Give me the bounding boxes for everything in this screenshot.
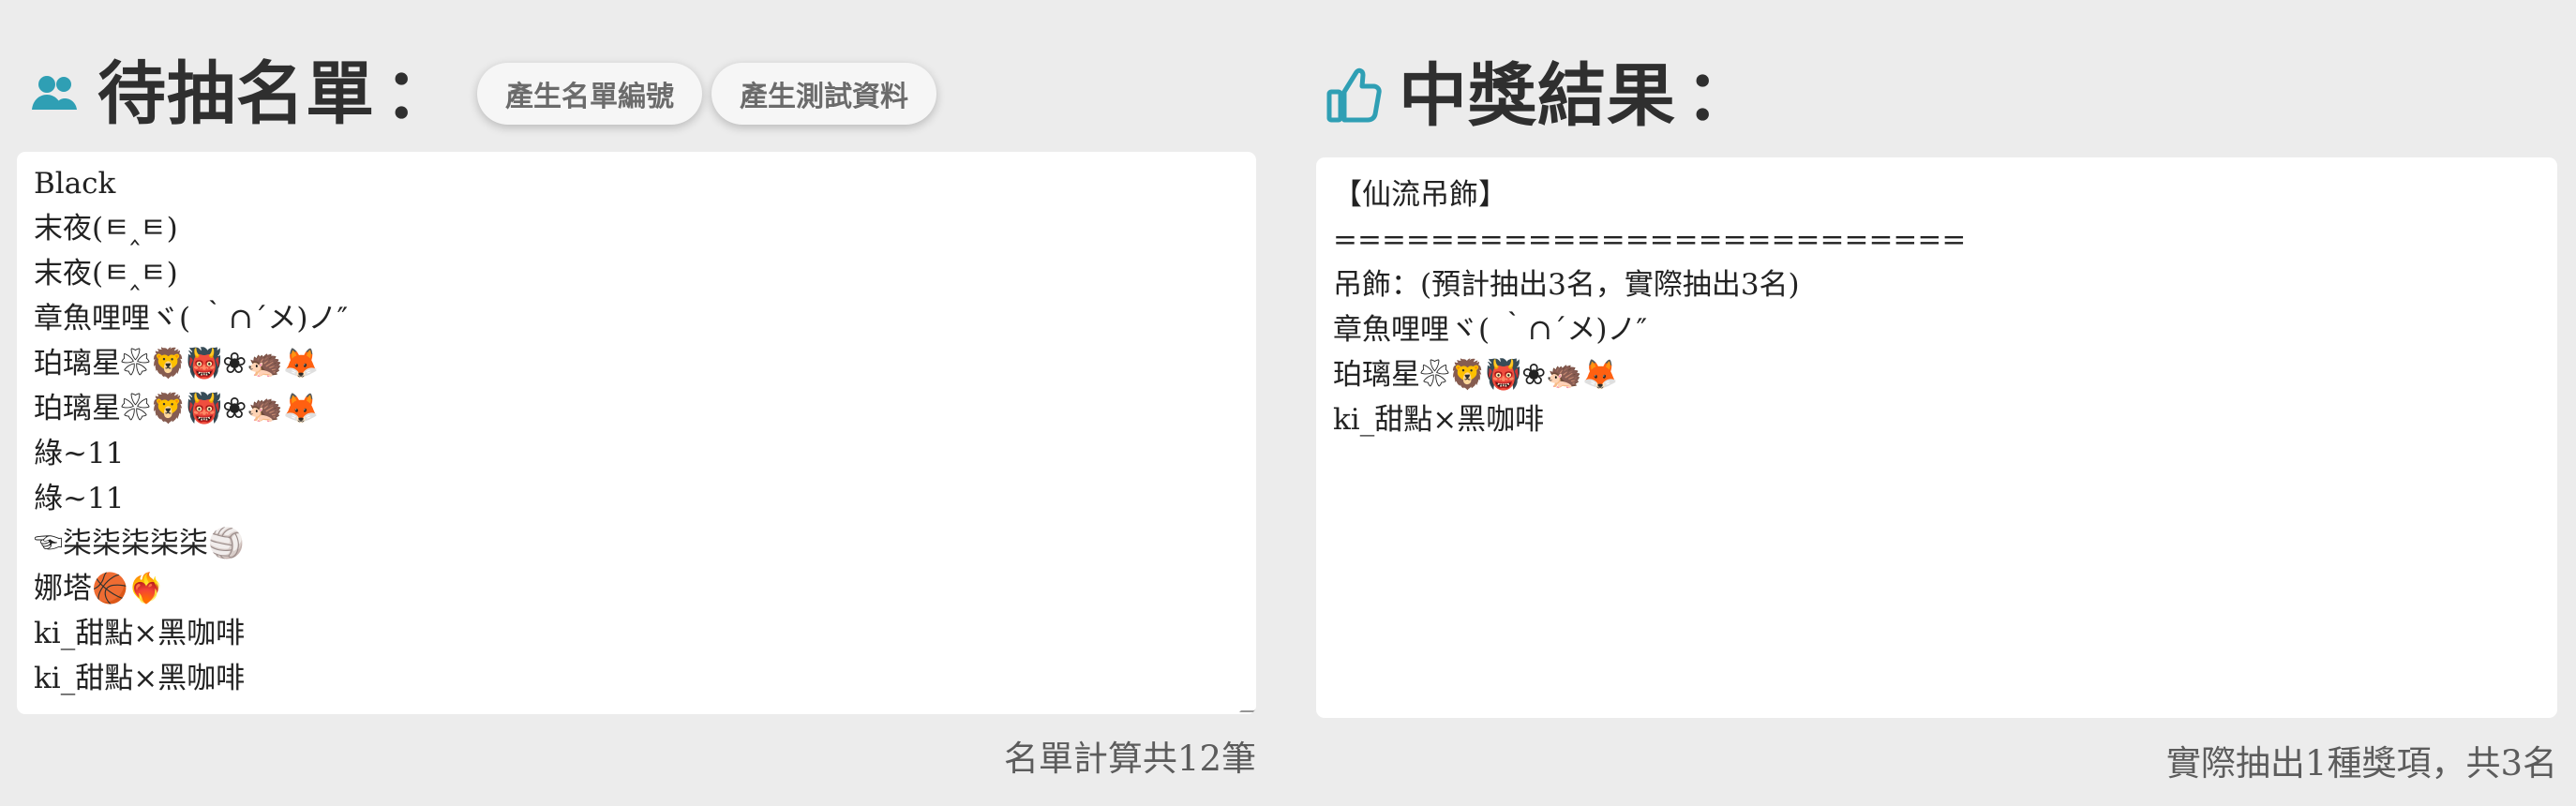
pending-list-line: 珀璃星❀🦁👹❀🦔🦊 bbox=[34, 347, 320, 381]
results-title-colon: ： bbox=[1685, 54, 1754, 136]
pending-list-line: 珀璃星❀🦁👹❀🦔🦊 bbox=[34, 392, 320, 425]
pending-list-line: Black bbox=[34, 167, 116, 201]
generate-test-data-button[interactable]: 產生測試資料 bbox=[711, 63, 936, 125]
results-line: 章魚哩哩ヾ( ｀∩´メ)ノ″ bbox=[1333, 313, 1648, 347]
pending-list-line: 章魚哩哩ヾ( ｀∩´メ)ノ″ bbox=[34, 302, 349, 336]
pending-list-title: 待抽名單 bbox=[97, 52, 375, 134]
pending-list-line: 綠~11 bbox=[34, 437, 125, 470]
results-line: ========================== bbox=[1333, 223, 1967, 257]
pending-list-line: 末夜(ㅌ‸ㅌ) bbox=[34, 257, 178, 291]
results-line: 吊飾：(預計抽出3名，實際抽出3名) bbox=[1333, 268, 1800, 302]
pending-list-actions: 產生名單編號 產生測試資料 bbox=[477, 63, 936, 125]
people-icon bbox=[28, 67, 81, 120]
pending-list-line: ki_甜點×黑咖啡 bbox=[34, 617, 246, 650]
pending-list-line: 末夜(ㅌ‸ㅌ) bbox=[34, 212, 178, 246]
results-header: 中獎結果 ： bbox=[1316, 49, 1763, 142]
textarea-resize-handle[interactable] bbox=[1239, 697, 1256, 712]
pending-list-title-colon: ： bbox=[384, 52, 453, 134]
results-output: 【仙流吊飾】 ========================== 吊飾：(預計… bbox=[1316, 157, 2557, 718]
pending-list-count: 名單計算共12筆 bbox=[1003, 739, 1256, 779]
pending-list-line: 綠~11 bbox=[34, 482, 125, 515]
results-summary: 實際抽出1種獎項，共3名 bbox=[2165, 743, 2557, 784]
pending-list-line: 娜塔🏀❤️‍🔥 bbox=[34, 572, 165, 605]
results-line: ki_甜點×黑咖啡 bbox=[1333, 403, 1545, 437]
pending-list-line: ki_甜點×黑咖啡 bbox=[34, 662, 246, 695]
app-root: 待抽名單 ： 產生名單編號 產生測試資料 Black 末夜(ㅌ‸ㅌ) 末夜(ㅌ‸… bbox=[0, 0, 2576, 806]
results-line: 珀璃星❀🦁👹❀🦔🦊 bbox=[1333, 358, 1619, 392]
results-title: 中獎結果 bbox=[1399, 54, 1676, 136]
generate-list-number-button[interactable]: 產生名單編號 bbox=[477, 63, 702, 125]
pending-list-textarea[interactable]: Black 末夜(ㅌ‸ㅌ) 末夜(ㅌ‸ㅌ) 章魚哩哩ヾ( ｀∩´メ)ノ″ 珀璃星… bbox=[17, 152, 1256, 714]
results-line: 【仙流吊飾】 bbox=[1333, 178, 1507, 212]
thumbs-up-icon bbox=[1325, 66, 1382, 126]
pending-list-line: ☜柒柒柒柒柒🏐 bbox=[34, 527, 245, 560]
pending-list-header: 待抽名單 ： 產生名單編號 產生測試資料 bbox=[17, 47, 936, 141]
